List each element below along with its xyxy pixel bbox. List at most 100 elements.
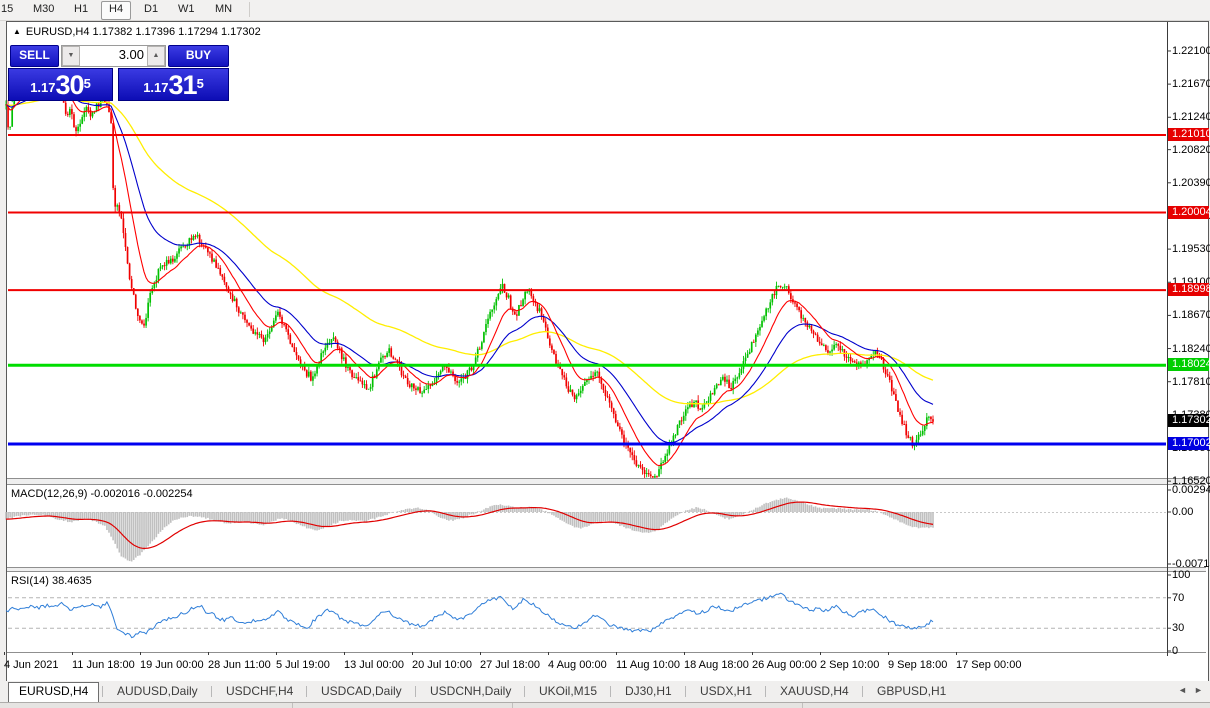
macd-histogram-bar [672,512,675,518]
candle-body [413,383,415,389]
macd-histogram-bar [167,512,170,525]
macd-histogram-bar [820,508,823,512]
macd-histogram-bar [827,508,829,512]
macd-histogram-bar [56,512,59,520]
macd-histogram-bar [742,512,745,515]
candle-body [503,283,506,293]
volume-decrease-button[interactable]: ▼ [62,46,80,66]
macd-histogram-bar [835,509,837,512]
candle-body [489,311,491,319]
date-tick-label: 26 Aug 00:00 [752,659,817,671]
macd-histogram-bar [200,512,203,518]
candle-body [165,259,168,266]
volume-value[interactable]: 3.00 [80,46,144,64]
macd-histogram-bar [538,508,541,512]
macd-histogram-bar [629,512,631,529]
macd-histogram-bar [139,512,141,556]
candle-body [697,400,700,409]
macd-histogram-bar [149,512,151,544]
candle-body [930,416,932,420]
macd-histogram-bar [759,506,761,512]
candle-body [361,380,364,385]
symbol-tab-eurusd[interactable]: EURUSD,H4 [8,682,100,703]
macd-histogram-bar [159,512,162,532]
candle-body [91,112,94,117]
candle-body [897,400,899,412]
candle-body [903,424,906,425]
candle-body [629,447,632,453]
macd-histogram-bar [178,512,180,519]
symbol-tab-usdx[interactable]: USDX,H1 [690,682,762,701]
symbol-tab-usdchf[interactable]: USDCHF,H4 [216,682,303,701]
macd-histogram-bar [27,512,30,516]
macd-histogram-bar [106,512,108,531]
candle-body [314,373,316,377]
symbol-tab-audusd[interactable]: AUDUSD,Daily [107,682,208,701]
macd-histogram-bar [411,509,413,512]
macd-histogram-bar [740,512,743,515]
candle-body [460,378,463,382]
macd-histogram-bar [143,512,145,551]
macd-histogram-bar [21,512,24,516]
candle-body [415,388,417,390]
candle-body [120,212,123,219]
candle-body [886,374,889,376]
macd-histogram-bar [687,510,689,512]
macd-histogram-bar [60,512,63,520]
candle-body [73,114,75,128]
collapse-arrow-icon[interactable]: ▲ [13,27,21,36]
candle-body [244,314,246,321]
price-line-marker: 1.18024 [1168,358,1210,372]
candle-body [722,376,724,380]
strip-separator [292,703,293,708]
symbol-tab-usdcnh[interactable]: USDCNH,Daily [420,682,521,701]
candle-body [833,344,835,350]
macd-histogram-bar [858,509,860,512]
candle-body [75,127,77,132]
symbol-tab-xauusd[interactable]: XAUUSD,H4 [770,682,859,701]
macd-histogram-bar [338,512,341,521]
macd-histogram-bar [52,512,55,518]
macd-tick-label: 0.00 [1172,506,1194,518]
candle-body [678,420,681,425]
candle-body [513,311,516,315]
buy-button[interactable]: BUY [168,45,229,67]
price-line-marker: 1.21010 [1168,128,1210,141]
sell-button[interactable]: SELL [10,45,59,67]
candle-body [404,376,407,378]
candle-body [322,351,325,354]
bid-quote-button[interactable]: 1.17 30 5 [8,68,113,101]
chart-canvas[interactable] [0,0,1210,708]
macd-histogram-bar [639,512,642,533]
macd-histogram-bar [363,512,366,522]
candle-body [524,291,526,300]
macd-histogram-bar [823,507,825,512]
macd-histogram-bar [188,512,191,516]
macd-histogram-bar [536,508,539,512]
symbol-tab-usdcad[interactable]: USDCAD,Daily [311,682,412,701]
tab-separator [685,686,686,697]
tab-scroll-left-icon[interactable]: ◄ [1178,685,1187,695]
tab-separator [306,686,307,697]
macd-histogram-bar [29,512,32,515]
macd-histogram-bar [406,508,409,512]
candle-body [231,294,234,302]
candle-body [134,294,137,309]
macd-histogram-bar [680,512,683,513]
candle-body [526,291,529,293]
macd-histogram-bar [194,512,197,517]
symbol-tab-ukoil[interactable]: UKOil,M15 [529,682,607,701]
volume-increase-button[interactable]: ▲ [147,46,165,66]
macd-histogram-bar [388,512,390,514]
candle-body [724,376,726,382]
macd-histogram-bar [130,512,133,562]
symbol-tab-gbpusd[interactable]: GBPUSD,H1 [867,682,956,701]
candle-body [448,367,450,373]
candle-body [684,409,687,416]
symbol-tab-dj30[interactable]: DJ30,H1 [615,682,682,701]
candle-body [369,387,372,389]
ask-quote-button[interactable]: 1.17 31 5 [118,68,229,101]
tab-separator [211,686,212,697]
tab-scroll-right-icon[interactable]: ► [1194,685,1203,695]
macd-histogram-bar [899,512,901,523]
